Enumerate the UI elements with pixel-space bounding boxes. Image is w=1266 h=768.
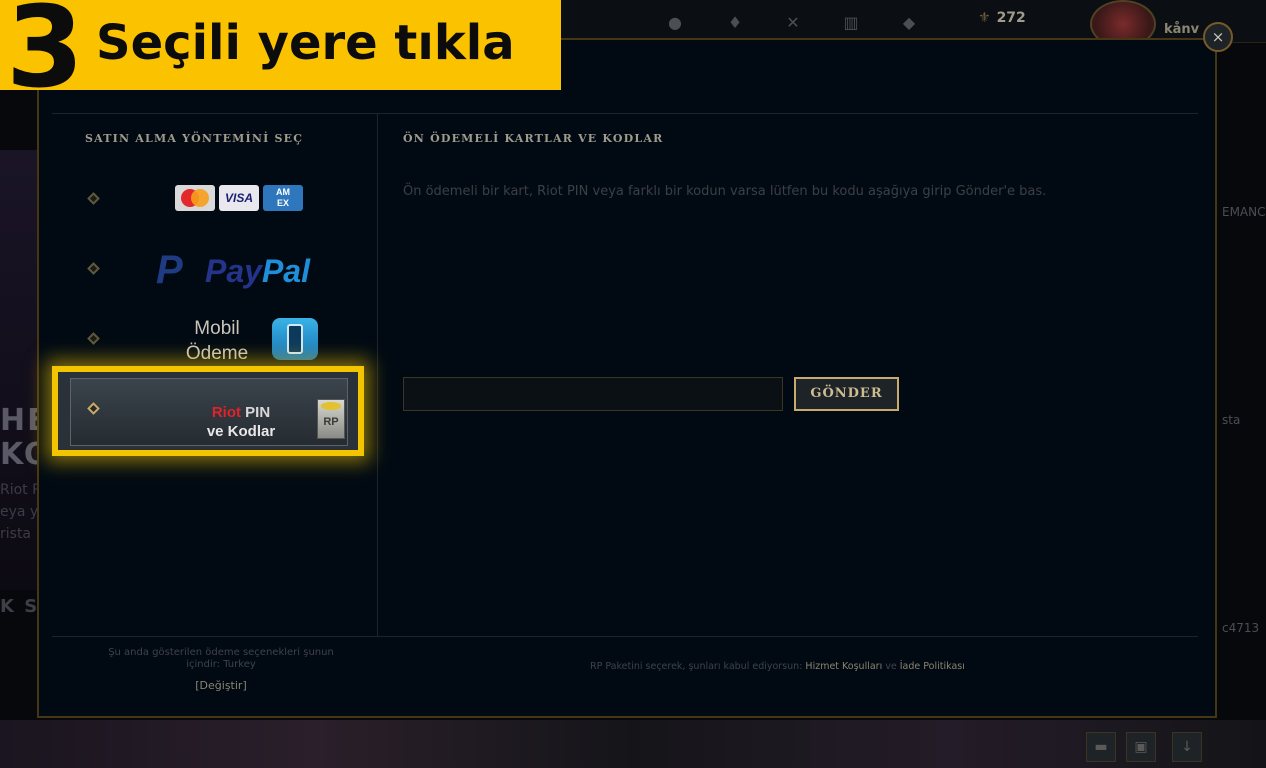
instruction-text: Seçili yere tıkla [96, 15, 515, 71]
riot-pin-label: Riot PIN ve Kodlar [206, 404, 276, 440]
tft-icon[interactable]: ♦ [724, 14, 746, 32]
card-logos: VISA AM EX [175, 185, 307, 213]
background-text: Riot P [0, 482, 41, 498]
background-text: EMANC [1222, 205, 1266, 219]
rp-card-icon: RP [317, 399, 345, 439]
background-text: sta [1222, 413, 1241, 427]
change-region-link[interactable]: [Değiştir] [100, 679, 342, 692]
radio-diamond-icon [87, 332, 100, 345]
background-bottom-strip [0, 720, 1266, 768]
rp-balance[interactable]: ⚜ 272 [978, 10, 1026, 26]
column-divider [377, 114, 378, 636]
rp-amount: 272 [996, 10, 1026, 26]
rp-icon: ⚜ [978, 10, 991, 26]
collection-icon[interactable]: ▥ [840, 14, 862, 32]
username: kånv [1164, 22, 1200, 37]
method-mobile-payment[interactable]: Mobil Ödeme [60, 308, 360, 370]
terms-link[interactable]: Hizmet Koşulları [805, 661, 882, 672]
terms-notice: RP Paketini seçerek, şunları kabul ediyo… [590, 661, 965, 672]
step-number: 3 [6, 0, 84, 113]
region-notice: Şu anda gösterilen ödeme seçenekleri şun… [108, 647, 334, 670]
mastercard-icon [175, 185, 215, 211]
visa-icon: VISA [219, 185, 259, 211]
background-text: c4713 [1222, 621, 1260, 635]
mobile-payment-label: Mobil Ödeme [185, 318, 249, 364]
close-button[interactable]: × [1203, 22, 1233, 52]
submit-button[interactable]: GÖNDER [794, 377, 899, 411]
prepaid-description: Ön ödemeli bir kart, Riot PIN veya farkl… [403, 184, 1047, 199]
method-paypal[interactable]: P PayPal [60, 238, 360, 300]
method-credit-card[interactable]: VISA AM EX [60, 168, 360, 230]
paypal-logo: PayPal [205, 253, 310, 289]
refund-policy-link[interactable]: İade Politikası [900, 661, 965, 672]
home-icon[interactable]: ● [664, 14, 686, 32]
chat-icon[interactable]: ▬ [1086, 732, 1116, 762]
code-input[interactable] [403, 377, 783, 411]
background-text: eya y [0, 504, 39, 520]
loot-icon[interactable]: ◆ [898, 14, 920, 32]
missions-icon[interactable]: ✕ [782, 14, 804, 32]
payment-method-title: SATIN ALMA YÖNTEMİNİ SEÇ [85, 132, 304, 145]
inventory-icon[interactable]: ▣ [1126, 732, 1156, 762]
amex-icon: AM EX [263, 185, 303, 211]
background-featured-panel [0, 150, 40, 590]
riot-pin-option[interactable]: Riot PIN ve Kodlar RP [70, 378, 348, 446]
footer-divider [52, 636, 1198, 637]
header-divider [52, 113, 1198, 114]
mobile-phone-icon [272, 318, 318, 360]
radio-diamond-icon [87, 192, 100, 205]
instruction-banner: 3 Seçili yere tıkla [0, 0, 561, 104]
download-icon[interactable]: ↓ [1172, 732, 1202, 762]
background-text: rista [0, 526, 32, 542]
paypal-icon: P [156, 248, 183, 292]
method-riot-pin-highlighted[interactable]: Riot PIN ve Kodlar RP [52, 366, 364, 456]
radio-diamond-icon [87, 262, 100, 275]
prepaid-section-title: ÖN ÖDEMELİ KARTLAR VE KODLAR [403, 132, 664, 145]
